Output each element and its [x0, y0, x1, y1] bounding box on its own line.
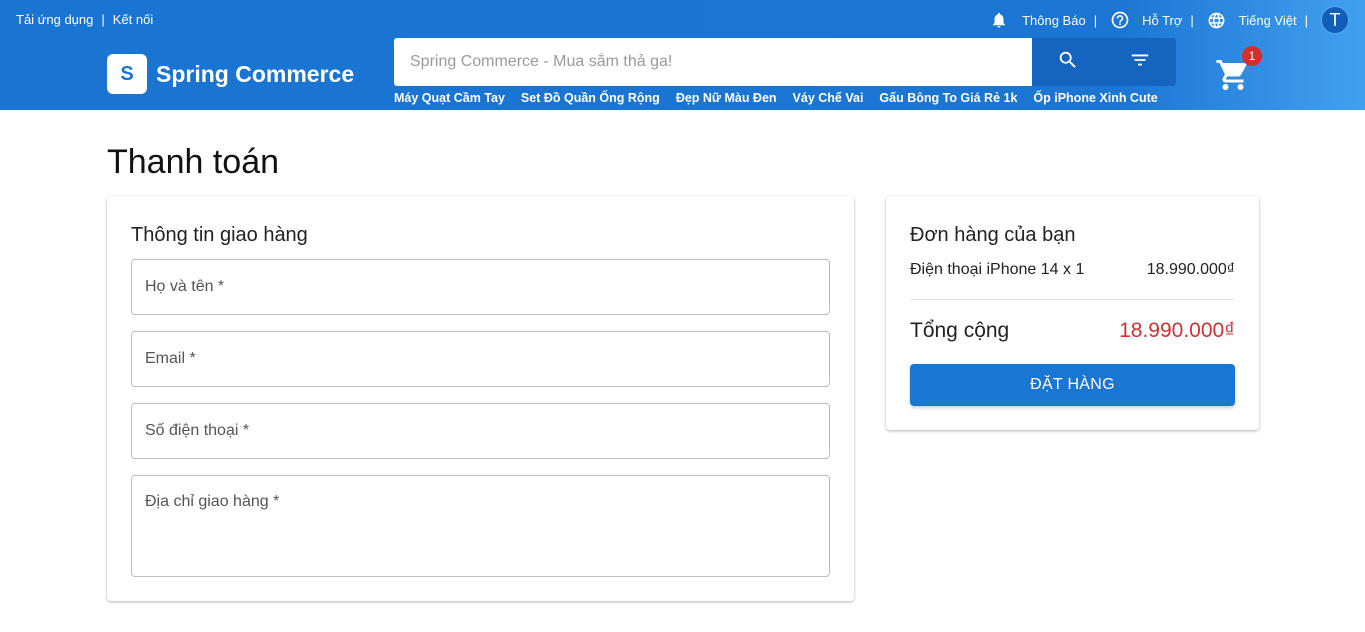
support-link[interactable]: Hỗ Trợ [1110, 10, 1182, 30]
language-label: Tiếng Việt [1238, 12, 1297, 28]
avatar[interactable]: T [1321, 6, 1349, 34]
brand-logo[interactable]: S Spring Commerce [107, 54, 354, 94]
shipping-info-title: Thông tin giao hàng [131, 224, 308, 246]
order-item-name: Điện thoại iPhone 14 x 1 [910, 261, 1085, 278]
top-bar: Tải ứng dụng | Kết nối Thông Báo | Hỗ Tr… [0, 0, 1365, 40]
filter-icon [1129, 49, 1151, 76]
total-label: Tổng cộng [910, 319, 1010, 342]
search-bar [394, 38, 1176, 86]
search-button[interactable] [1032, 38, 1104, 86]
language-selector[interactable]: Tiếng Việt [1207, 11, 1297, 30]
total-value: 18.990.000₫ [1119, 319, 1235, 342]
address-textarea[interactable] [132, 476, 829, 576]
support-label: Hỗ Trợ [1142, 12, 1183, 28]
download-app-link[interactable]: Tải ứng dụng [16, 12, 93, 27]
globe-icon [1207, 11, 1226, 30]
email-input[interactable] [132, 332, 829, 386]
divider [910, 299, 1235, 300]
quick-link[interactable]: Ốp iPhone Xinh Cute [1033, 91, 1157, 105]
quick-link[interactable]: Váy Chế Vai [793, 91, 864, 105]
quick-link[interactable]: Đẹp Nữ Màu Đen [676, 91, 777, 105]
shopping-cart-icon [1215, 60, 1251, 97]
site-header: Tải ứng dụng | Kết nối Thông Báo | Hỗ Tr… [0, 0, 1365, 110]
place-order-button[interactable]: ĐẶT HÀNG [910, 364, 1235, 406]
quick-link[interactable]: Gấu Bông To Giá Rẻ 1k [879, 91, 1017, 105]
page-title: Thanh toán [107, 143, 280, 181]
order-summary-card: Đơn hàng của bạn Điện thoại iPhone 14 x … [886, 196, 1259, 430]
top-right-menu: Thông Báo | Hỗ Trợ | Tiếng Việt | T [990, 6, 1349, 34]
order-summary-title: Đơn hàng của bạn [910, 224, 1076, 246]
trending-searches: Máy Quạt Cầm Tay Set Đồ Quần Ống Rộng Đẹ… [394, 91, 1174, 105]
separator: | [1304, 12, 1308, 28]
filter-button[interactable] [1104, 38, 1176, 86]
separator: | [1190, 12, 1194, 28]
full-name-field [131, 259, 830, 315]
search-icon [1057, 49, 1079, 76]
email-field [131, 331, 830, 387]
separator: | [101, 12, 105, 27]
logo-mark: S [107, 54, 147, 94]
brand-name: Spring Commerce [156, 60, 355, 87]
quick-link[interactable]: Set Đồ Quần Ống Rộng [521, 91, 660, 105]
cart-count-badge: 1 [1242, 46, 1262, 66]
full-name-input[interactable] [132, 260, 829, 314]
quick-link[interactable]: Máy Quạt Cầm Tay [394, 91, 505, 105]
connect-link[interactable]: Kết nối [113, 12, 153, 27]
help-circle-icon [1110, 10, 1130, 30]
cart-button[interactable]: 1 [1215, 46, 1262, 91]
phone-field [131, 403, 830, 459]
shipping-info-card: Thông tin giao hàng [107, 196, 854, 601]
phone-input[interactable] [132, 404, 829, 458]
order-total-row: Tổng cộng 18.990.000₫ [910, 319, 1235, 343]
notifications-link[interactable]: Thông Báo [990, 11, 1086, 29]
notifications-label: Thông Báo [1022, 12, 1086, 28]
top-left-links: Tải ứng dụng | Kết nối [16, 12, 153, 27]
search-input[interactable] [394, 38, 1032, 86]
bell-icon [990, 11, 1008, 29]
order-item-row: Điện thoại iPhone 14 x 1 18.990.000₫ [910, 261, 1235, 279]
separator: | [1093, 12, 1098, 28]
address-field [131, 475, 830, 577]
order-item-price: 18.990.000₫ [1146, 261, 1235, 278]
